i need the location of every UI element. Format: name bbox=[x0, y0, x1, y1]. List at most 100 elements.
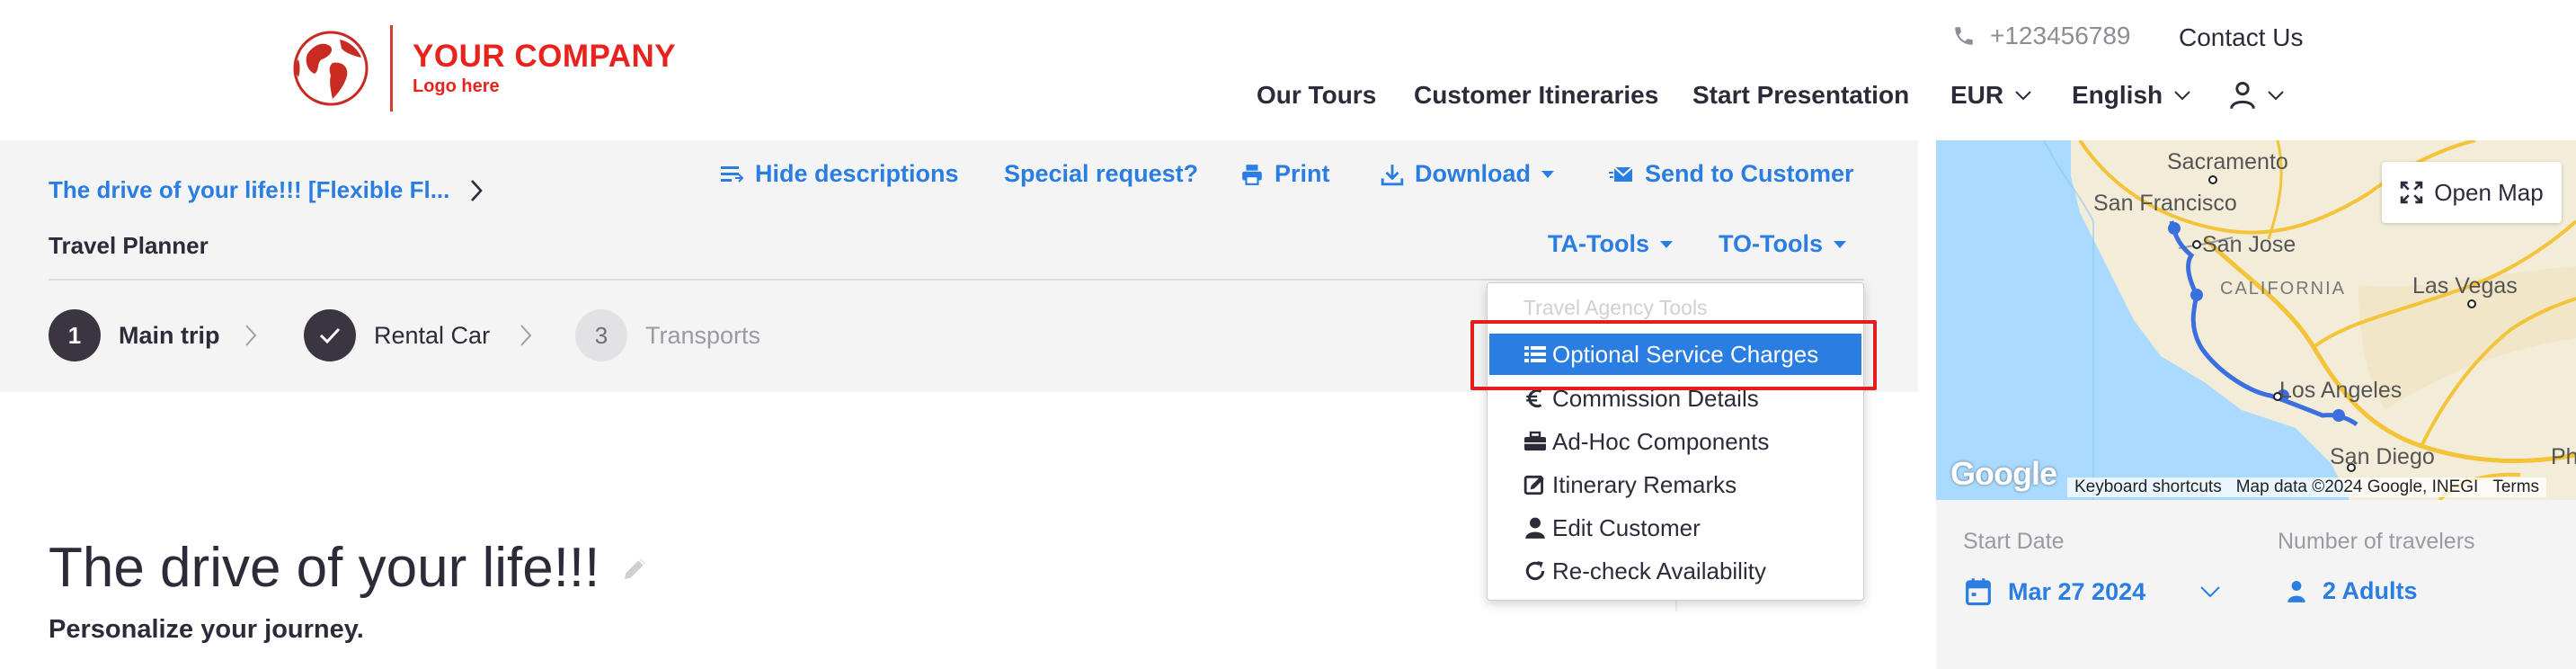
toolbar-divider bbox=[49, 279, 1864, 281]
travelers-value: 2 Adults bbox=[2323, 577, 2418, 604]
map-label-san-francisco: San Francisco bbox=[2093, 191, 2237, 216]
user-icon bbox=[2287, 580, 2305, 602]
trip-title: The drive of your life!!! bbox=[49, 536, 650, 600]
start-date-label: Start Date bbox=[1963, 529, 2065, 554]
ta-tools-label: TA-Tools bbox=[1548, 230, 1649, 257]
map-attribution: Keyboard shortcuts Map data ©2024 Google… bbox=[1936, 475, 2576, 500]
breadcrumb-trip-link[interactable]: The drive of your life!!! [Flexible Fl..… bbox=[49, 176, 449, 204]
logo-company-name: YOUR COMPANY bbox=[413, 39, 677, 74]
terms-link[interactable]: Terms bbox=[2485, 477, 2547, 497]
step-label: Transports bbox=[645, 321, 761, 349]
language-value: English bbox=[2072, 81, 2163, 109]
globe-icon bbox=[293, 31, 369, 106]
step-main-trip[interactable]: 1 Main trip bbox=[49, 309, 220, 361]
user-icon bbox=[2230, 81, 2255, 110]
nav-our-tours[interactable]: Our Tours bbox=[1257, 81, 1376, 110]
send-mail-icon bbox=[1609, 165, 1633, 182]
nav-start-presentation[interactable]: Start Presentation bbox=[1692, 81, 1909, 110]
special-request-label: Special request? bbox=[1004, 160, 1199, 187]
map-label-los-angeles: Los Angeles bbox=[2279, 378, 2403, 403]
expand-icon bbox=[2401, 181, 2423, 204]
menu-item-label: Re-check Availability bbox=[1552, 557, 1766, 584]
menu-header: Travel Agency Tools bbox=[1523, 296, 1708, 319]
pencil-icon[interactable] bbox=[621, 554, 650, 583]
download-icon bbox=[1381, 164, 1404, 185]
phone-number: +123456789 bbox=[1990, 22, 2131, 49]
step-done-badge bbox=[304, 309, 356, 361]
to-tools-label: TO-Tools bbox=[1719, 230, 1823, 257]
start-date-value: Mar 27 2024 bbox=[2008, 577, 2146, 605]
chevron-down-icon bbox=[2015, 91, 2031, 101]
logo-tagline: Logo here bbox=[413, 76, 500, 96]
phone-icon bbox=[1955, 27, 1973, 45]
trip-title-text: The drive of your life!!! bbox=[49, 537, 600, 599]
download-button[interactable]: Download bbox=[1381, 160, 1554, 188]
currency-value: EUR bbox=[1950, 81, 2004, 109]
contact-us-link[interactable]: Contact Us bbox=[2179, 23, 2304, 52]
edit-icon bbox=[1523, 475, 1544, 495]
breadcrumb[interactable]: The drive of your life!!! [Flexible Fl..… bbox=[49, 176, 484, 204]
phone-link[interactable]: +123456789 bbox=[1952, 22, 2131, 50]
caret-down-icon bbox=[1659, 240, 1673, 248]
menu-item-label: Ad-Hoc Components bbox=[1552, 427, 1770, 455]
user-icon bbox=[1525, 517, 1545, 539]
caret-down-icon bbox=[1541, 170, 1554, 178]
step-number-badge: 1 bbox=[49, 309, 101, 361]
print-label: Print bbox=[1275, 160, 1330, 187]
keyboard-shortcuts-link[interactable]: Keyboard shortcuts bbox=[2067, 477, 2229, 497]
travelers-label: Number of travelers bbox=[2278, 529, 2475, 554]
menu-item-recheck-availability[interactable]: Re-check Availability bbox=[1523, 551, 1766, 591]
chevron-down-icon bbox=[2200, 586, 2220, 598]
chevron-down-icon bbox=[2268, 91, 2284, 101]
map-label-ph: Ph bbox=[2551, 444, 2576, 469]
travelers-selector[interactable]: 2 Adults bbox=[2287, 577, 2418, 605]
annotation-highlight-box bbox=[1470, 320, 1877, 390]
map-label-sacramento: Sacramento bbox=[2167, 149, 2288, 174]
menu-item-label: Itinerary Remarks bbox=[1552, 470, 1737, 498]
start-date-picker[interactable]: Mar 27 2024 bbox=[1965, 577, 2237, 606]
to-tools-dropdown[interactable]: TO-Tools bbox=[1719, 230, 1846, 258]
chevron-right-icon bbox=[520, 325, 532, 346]
send-to-customer-button[interactable]: Send to Customer bbox=[1609, 160, 1854, 188]
map-label-san-diego: San Diego bbox=[2330, 444, 2435, 469]
step-label: Rental Car bbox=[374, 321, 491, 349]
menu-item-itinerary-remarks[interactable]: Itinerary Remarks bbox=[1523, 465, 1737, 504]
nav-customer-itineraries[interactable]: Customer Itineraries bbox=[1414, 81, 1658, 110]
printer-icon bbox=[1242, 164, 1262, 185]
planner-label: Travel Planner bbox=[49, 232, 209, 259]
map-label-san-jose: San Jose bbox=[2202, 232, 2296, 257]
caret-down-icon bbox=[1834, 240, 1846, 248]
hide-descriptions-button[interactable]: Hide descriptions bbox=[719, 160, 959, 188]
briefcase-icon bbox=[1524, 431, 1546, 450]
hide-descriptions-label: Hide descriptions bbox=[755, 160, 959, 187]
trip-subtitle: Personalize your journey. bbox=[49, 615, 364, 644]
chevron-down-icon bbox=[2174, 91, 2190, 101]
special-request-button[interactable]: Special request? bbox=[1004, 160, 1198, 188]
ta-tools-dropdown[interactable]: TA-Tools bbox=[1548, 230, 1673, 258]
download-label: Download bbox=[1415, 160, 1531, 187]
print-button[interactable]: Print bbox=[1240, 160, 1330, 188]
menu-item-label: Edit Customer bbox=[1552, 513, 1701, 541]
step-rental-car[interactable]: Rental Car bbox=[304, 309, 490, 361]
open-map-label: Open Map bbox=[2434, 178, 2544, 206]
menu-item-ad-hoc-components[interactable]: Ad-Hoc Components bbox=[1523, 422, 1769, 461]
user-menu[interactable] bbox=[2229, 81, 2285, 110]
calendar-icon bbox=[1966, 578, 1991, 606]
chevron-right-icon bbox=[245, 325, 257, 346]
language-selector[interactable]: English bbox=[2072, 81, 2191, 110]
open-map-button[interactable]: Open Map bbox=[2382, 162, 2562, 223]
site-header: YOUR COMPANY Logo here +123456789 Contac… bbox=[0, 0, 2576, 140]
currency-selector[interactable]: EUR bbox=[1950, 81, 2032, 110]
map-label-california: CALIFORNIA bbox=[2220, 279, 2347, 299]
step-transports[interactable]: 3 Transports bbox=[575, 309, 760, 361]
map-data-text: Map data ©2024 Google, INEGI bbox=[2228, 477, 2486, 497]
company-logo[interactable]: YOUR COMPANY Logo here bbox=[289, 25, 676, 112]
menu-item-edit-customer[interactable]: Edit Customer bbox=[1523, 508, 1701, 548]
step-number-badge: 3 bbox=[575, 309, 627, 361]
map-label-las-vegas: Las Vegas bbox=[2412, 273, 2518, 299]
send-to-customer-label: Send to Customer bbox=[1645, 160, 1854, 187]
lines-icon bbox=[721, 165, 744, 183]
refresh-icon bbox=[1525, 561, 1545, 581]
check-icon bbox=[319, 327, 341, 344]
chevron-right-icon bbox=[471, 179, 484, 201]
